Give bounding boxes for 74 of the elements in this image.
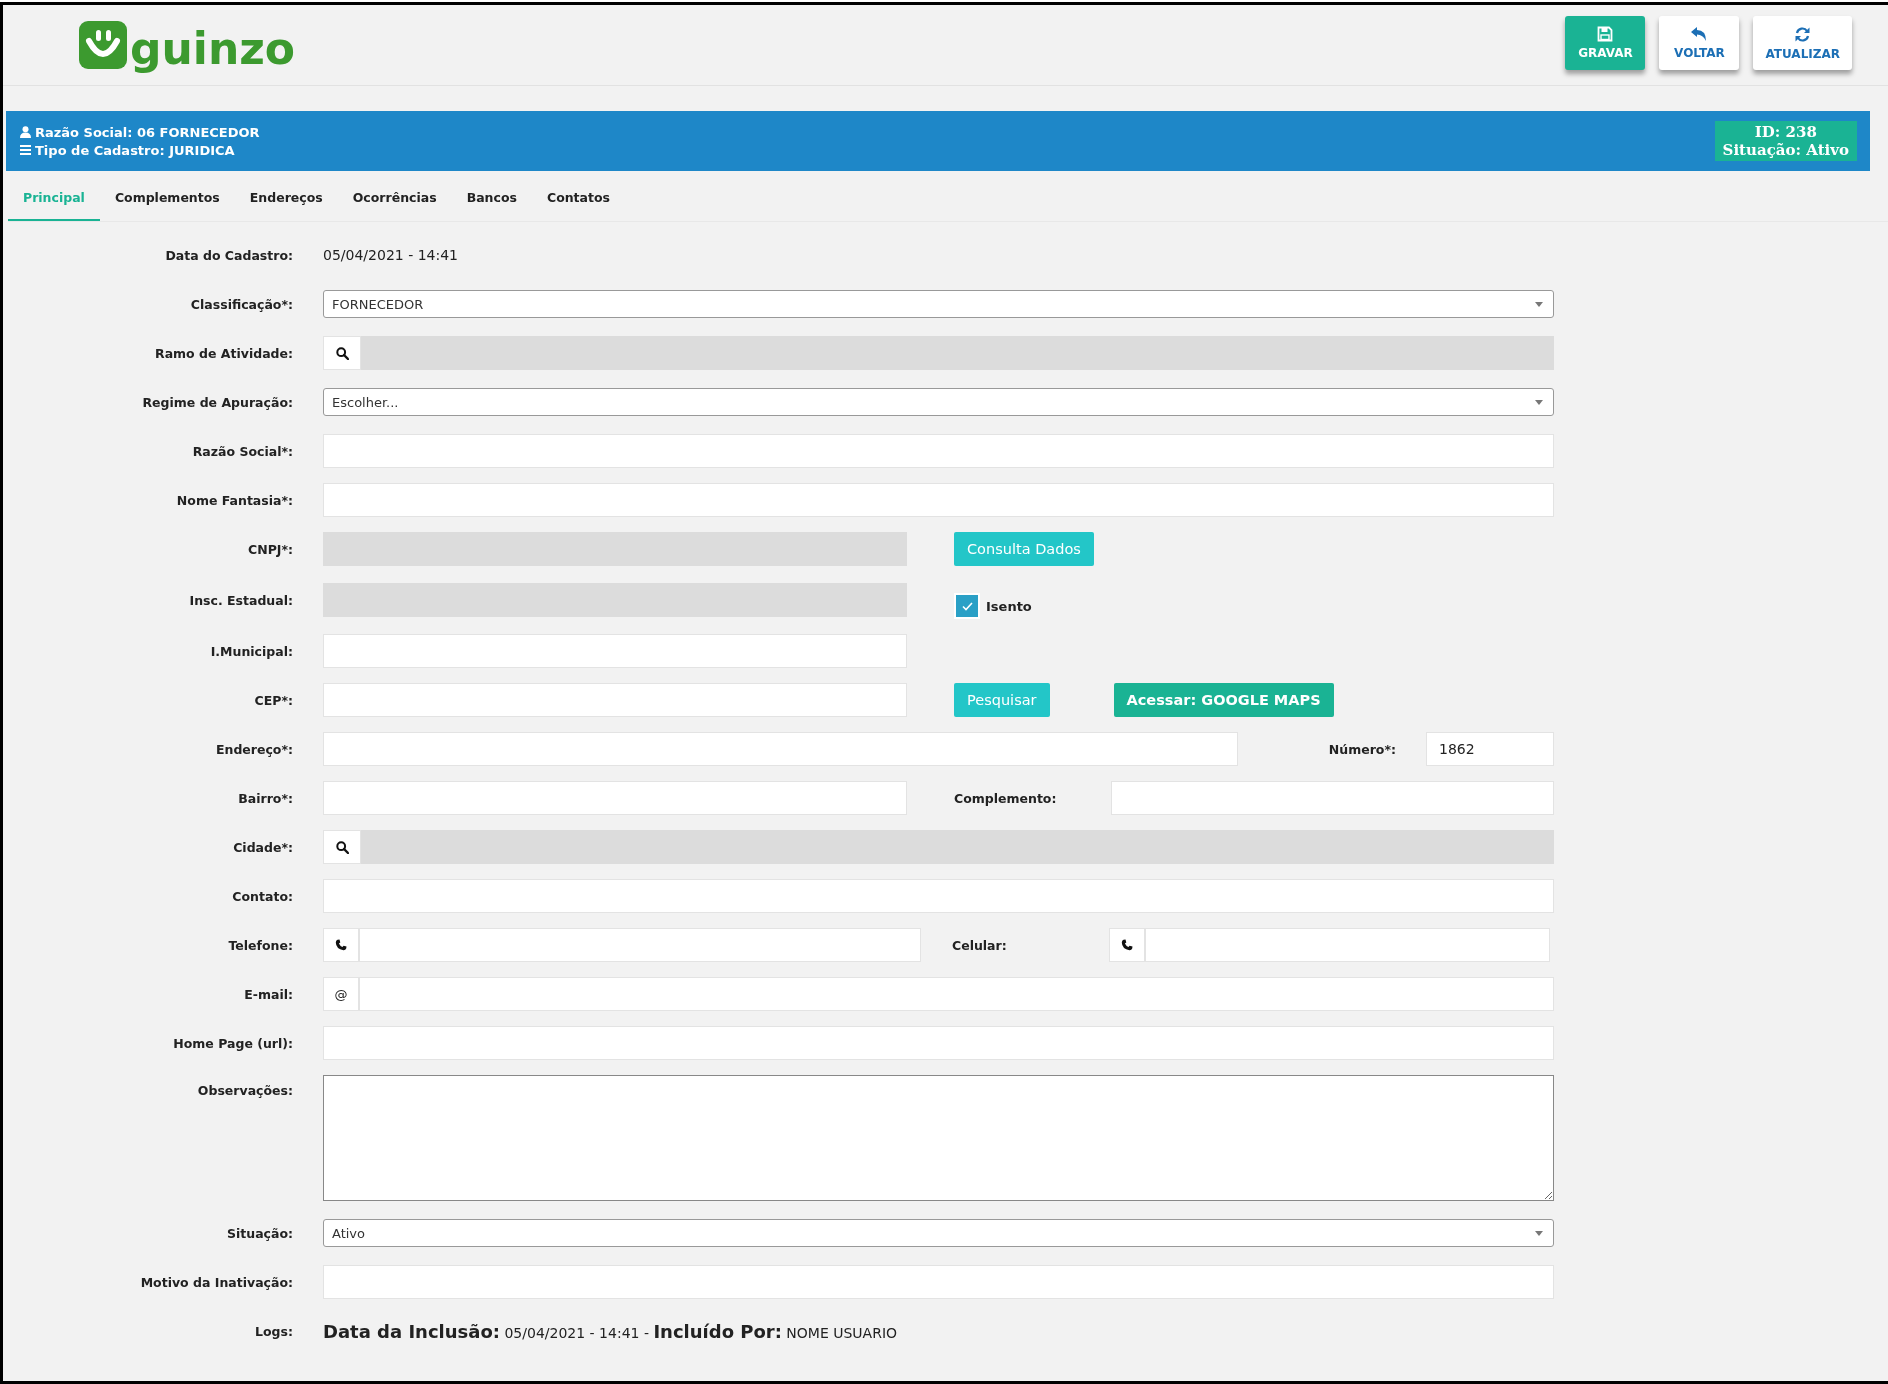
phone-icon [1121, 939, 1133, 951]
field-label: Razão Social*: [192, 443, 293, 459]
field-label: Home Page (url): [173, 1035, 293, 1051]
info-text: Tipo de Cadastro: JURIDICA [35, 142, 235, 158]
field-label: Situação: [226, 1225, 293, 1241]
notes-field[interactable] [323, 1075, 1554, 1201]
logo-text: guinzo [130, 27, 296, 71]
text-field[interactable] [323, 634, 907, 668]
field-label: Insc. Estadual: [189, 592, 293, 608]
field-label: E-mail: [244, 986, 293, 1002]
search-button[interactable] [323, 336, 361, 370]
field-label: Logs: [255, 1323, 293, 1339]
field-label: Cidade*: [233, 839, 293, 855]
caret-icon [1535, 399, 1543, 405]
phone-field[interactable] [1145, 928, 1550, 962]
field-label: Motivo da Inativação: [140, 1274, 293, 1290]
select-field[interactable]: Escolher... [323, 388, 1554, 416]
field-label: Classificação*: [190, 296, 293, 312]
info-text: Razão Social: 06 FORNECEDOR [35, 124, 260, 140]
field-label: Telefone: [228, 937, 293, 953]
field-label: Contato: [232, 888, 293, 904]
select-field[interactable]: Ativo [323, 1219, 1554, 1247]
field-label: Observações: [197, 1083, 293, 1098]
lookup-field[interactable] [361, 336, 1554, 370]
checkbox-label: Isento [986, 598, 1032, 614]
refresh-icon [1794, 25, 1812, 43]
toolbar-button[interactable]: VOLTAR [1659, 16, 1740, 70]
search-button[interactable] [323, 830, 361, 864]
field-label: Regime de Apuração: [142, 394, 293, 410]
field-label: CEP*: [254, 692, 293, 708]
caret-icon [1535, 301, 1543, 307]
field-label: Celular: [952, 937, 1008, 953]
tab[interactable]: Complementos [99, 175, 235, 221]
text-field[interactable] [323, 1026, 1554, 1060]
search-icon [335, 840, 349, 854]
text-field[interactable] [1111, 781, 1554, 815]
check-icon [961, 601, 973, 611]
text-field[interactable] [323, 483, 1554, 517]
text-field[interactable] [323, 879, 1554, 913]
field-label: Nome Fantasia*: [176, 492, 293, 508]
field-label: I.Municipal: [210, 643, 293, 659]
text-field[interactable] [323, 732, 1238, 766]
tab[interactable]: Endereços [234, 175, 338, 221]
status-badge: ID: 238 Situação: Ativo [1714, 121, 1857, 161]
logo-icon [79, 21, 127, 69]
field-label: Ramo de Atividade: [155, 345, 293, 361]
field-label: Bairro*: [238, 790, 293, 806]
phone-field[interactable] [359, 928, 921, 962]
toolbar-button[interactable]: ATUALIZAR [1753, 16, 1852, 70]
select-field[interactable]: FORNECEDOR [323, 290, 1554, 318]
tab[interactable]: Contatos [531, 175, 626, 221]
log-text: Data da Inclusão: 05/04/2021 - 14:41 - Incluído Por: NOME USUARIO [323, 1320, 899, 1342]
user-icon [20, 126, 31, 138]
field-label: CNPJ*: [248, 541, 293, 557]
text-field[interactable] [323, 683, 907, 717]
text-field[interactable] [323, 434, 1554, 468]
field-label: Endereço*: [215, 741, 293, 757]
text-field[interactable] [323, 1265, 1554, 1299]
field-label: Complemento: [954, 790, 1058, 806]
phone-icon [335, 939, 347, 951]
search-icon [335, 346, 349, 360]
field-value: 05/04/2021 - 14:41 [323, 247, 459, 263]
email-field[interactable] [359, 977, 1554, 1011]
text-field[interactable]: 1862 [1426, 732, 1554, 766]
field-label: Número*: [1327, 741, 1397, 757]
tab[interactable]: Bancos [451, 175, 532, 221]
field-label: Data do Cadastro: [165, 247, 293, 263]
at-sign-addon: @ [323, 977, 359, 1011]
caret-icon [1535, 1230, 1543, 1236]
menu-icon [20, 145, 31, 155]
tab[interactable]: Ocorrências [337, 175, 452, 221]
undo-arrow-icon [1690, 26, 1709, 42]
text-field[interactable] [323, 781, 907, 815]
lookup-field[interactable] [361, 830, 1554, 864]
